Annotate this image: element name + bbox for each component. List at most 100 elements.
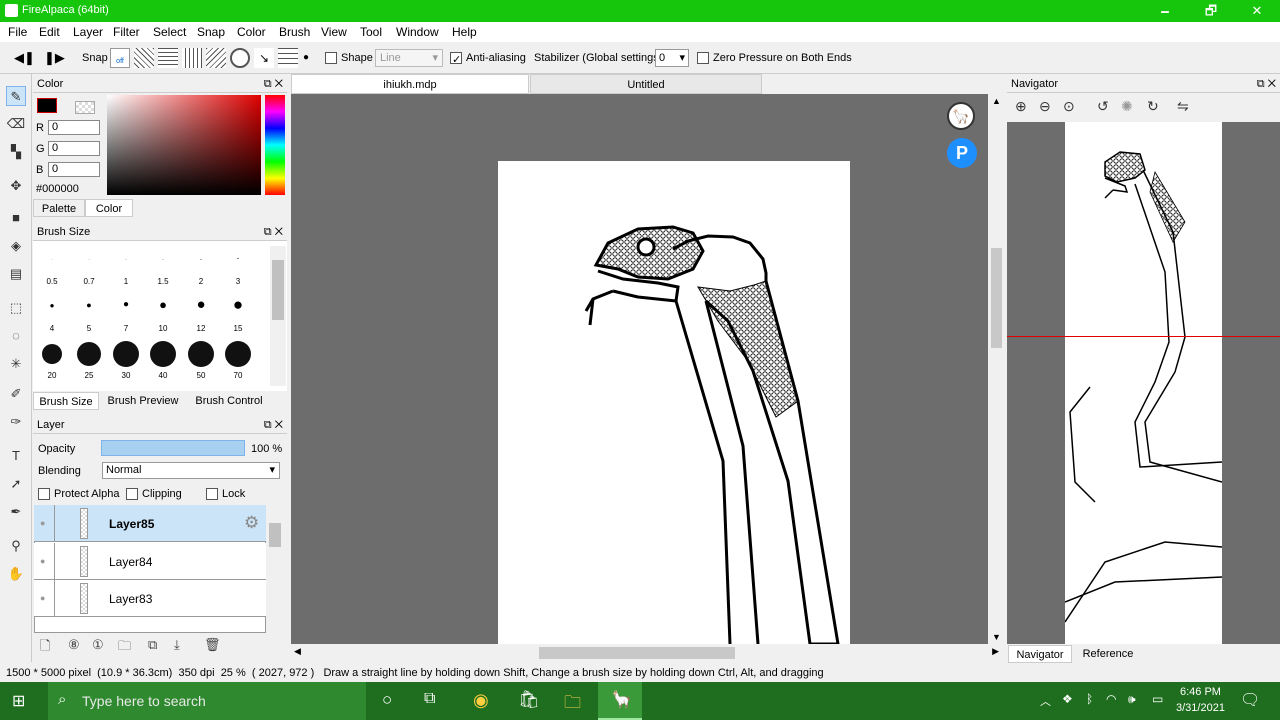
menu-brush[interactable]: Brush (279, 25, 310, 39)
primary-color-swatch[interactable] (37, 98, 57, 113)
snap-vanishing-icon[interactable] (206, 48, 226, 68)
zero-pressure-checkbox[interactable]: Zero Pressure on Both Ends (697, 48, 852, 68)
divide-tool-icon[interactable]: ✒ (6, 502, 26, 522)
brush-size-label[interactable]: 25 (74, 371, 104, 380)
eye-icon[interactable]: ● (40, 556, 45, 566)
drawing-canvas[interactable] (498, 161, 850, 646)
dropbox-icon[interactable]: ❖ (1062, 692, 1073, 706)
search-box[interactable]: ⌕ Type here to search (48, 682, 366, 720)
layer-row[interactable]: ● Layer84 (34, 543, 266, 580)
battery-icon[interactable]: ▭ (1152, 692, 1163, 706)
brush-size-label[interactable]: 0.7 (74, 277, 104, 286)
layer-name[interactable]: Layer84 (109, 555, 152, 569)
panel-float-close-icons[interactable]: ⧉ ✕ (1257, 75, 1276, 93)
panel-float-close-icons[interactable]: ⧉ ✕ (264, 416, 283, 434)
brush-tool-icon[interactable]: ✎ (6, 86, 26, 106)
r-input[interactable]: 0 (48, 120, 100, 135)
file-explorer-icon[interactable]: 🗀 (564, 690, 581, 719)
clipping-checkbox[interactable]: Clipping (126, 488, 182, 501)
brush-size-label[interactable]: 12 (186, 324, 216, 333)
flip-icon[interactable]: ⇋ (1177, 98, 1189, 115)
menu-tool[interactable]: Tool (360, 25, 382, 39)
brush-size-label[interactable]: 1.5 (148, 277, 178, 286)
brush-size-label[interactable]: 7 (111, 324, 141, 333)
layer-scrollbar[interactable] (267, 521, 283, 631)
merge-layer-icon[interactable]: ⤓ (174, 637, 180, 653)
blending-select[interactable]: Normal ▾ (102, 462, 280, 479)
fill-tool-icon[interactable]: ■ (6, 208, 26, 228)
maximize-button[interactable]: 🗗 (1188, 0, 1234, 22)
bucket-tool-icon[interactable]: ◈ (6, 236, 26, 256)
select-tool-icon[interactable]: ⬚ (6, 298, 26, 318)
eyedropper-tool-icon[interactable]: ⚲ (6, 536, 26, 556)
panel-float-close-icons[interactable]: ⧉ ✕ (264, 75, 283, 93)
brush-size-label[interactable]: 15 (223, 324, 253, 333)
eye-icon[interactable]: ● (40, 593, 45, 603)
zoom-out-icon[interactable]: ⊖ (1039, 98, 1051, 115)
eye-icon[interactable]: ● (40, 518, 45, 528)
menu-filter[interactable]: Filter (113, 25, 140, 39)
menu-select[interactable]: Select (153, 25, 186, 39)
text-tool-icon[interactable]: T (6, 446, 26, 466)
snap-3d-icon[interactable] (278, 48, 298, 68)
next-icon[interactable]: ❚▶ (44, 48, 65, 68)
tab-brush-control[interactable]: Brush Control (187, 392, 271, 410)
notification-icon[interactable]: 🗨 (1240, 690, 1260, 710)
layer-name[interactable]: Layer85 (109, 517, 154, 531)
saturation-value-picker[interactable] (107, 95, 261, 195)
chevron-up-icon[interactable]: ︿ (1040, 693, 1051, 709)
b-input[interactable]: 0 (48, 162, 100, 177)
tab-document-ihiukh[interactable]: ihiukh.mdp (291, 74, 529, 94)
chrome-icon[interactable]: ◉ (473, 690, 489, 711)
brush-size-label[interactable]: 30 (111, 371, 141, 380)
minimize-button[interactable]: 🗕 (1142, 0, 1188, 22)
move-tool-icon[interactable]: ✥ (6, 176, 26, 196)
hand-tool-icon[interactable]: ✋ (6, 564, 26, 584)
bluetooth-icon[interactable]: ᛒ (1086, 692, 1093, 706)
tab-color[interactable]: Color (85, 199, 133, 217)
alpaca-icon[interactable]: 🦙 (947, 102, 975, 130)
menu-edit[interactable]: Edit (39, 25, 60, 39)
select-eraser-tool-icon[interactable]: ✑ (6, 412, 26, 432)
antialiasing-checkbox[interactable]: Anti-aliasing (450, 48, 526, 70)
firealpaca-taskbar-button[interactable]: 🦙 (598, 682, 642, 720)
layer-row[interactable]: ● Layer83 (34, 580, 266, 617)
prev-icon[interactable]: ◀❚ (14, 48, 35, 68)
tab-navigator[interactable]: Navigator (1008, 645, 1072, 663)
opacity-slider[interactable] (101, 440, 245, 456)
brush-size-label[interactable]: 0.5 (37, 277, 67, 286)
g-input[interactable]: 0 (48, 141, 100, 156)
clock-time[interactable]: 6:46 PM (1180, 686, 1221, 698)
brush-size-label[interactable]: 50 (186, 371, 216, 380)
brush-size-label[interactable]: 20 (37, 371, 67, 380)
tab-reference[interactable]: Reference (1074, 645, 1142, 663)
panel-float-close-icons[interactable]: ⧉ ✕ (264, 223, 283, 241)
brush-size-label[interactable]: 70 (223, 371, 253, 380)
secondary-color-swatch[interactable] (75, 101, 95, 114)
zoom-in-icon[interactable]: ⊕ (1015, 98, 1027, 115)
tab-palette[interactable]: Palette (33, 199, 85, 217)
store-icon[interactable]: 🛍 (518, 690, 540, 710)
new-folder-icon[interactable]: 🗀 (118, 637, 131, 659)
gradient-tool-icon[interactable]: ▤ (6, 264, 26, 284)
brush-size-label[interactable]: 4 (37, 324, 67, 333)
wifi-icon[interactable]: ◠ (1106, 692, 1116, 706)
rotate-left-icon[interactable]: ↺ (1097, 98, 1109, 115)
menu-layer[interactable]: Layer (73, 25, 103, 39)
brush-size-label[interactable]: 5 (74, 324, 104, 333)
menu-snap[interactable]: Snap (197, 25, 225, 39)
canvas-vscrollbar[interactable]: ▲ ▼ (988, 94, 1005, 644)
duplicate-layer-icon[interactable]: ⧉ (148, 637, 157, 653)
tab-document-untitled[interactable]: Untitled (530, 74, 762, 94)
menu-window[interactable]: Window (396, 25, 439, 39)
brush-size-scrollbar[interactable] (270, 246, 286, 386)
shape-select[interactable]: Line ▾ (375, 49, 443, 67)
snap-parallel-icon[interactable] (134, 48, 154, 68)
new-layer-icon[interactable]: 🗋 (40, 637, 50, 659)
snap-off-icon[interactable]: off (110, 48, 130, 68)
shape-checkbox[interactable]: Shape (325, 48, 373, 68)
windows-start-icon[interactable]: ⊞ (12, 691, 25, 711)
lasso-tool-icon[interactable]: ◌ (6, 326, 26, 346)
brush-size-label[interactable]: 1 (111, 277, 141, 286)
lock-checkbox[interactable]: Lock (206, 488, 245, 501)
